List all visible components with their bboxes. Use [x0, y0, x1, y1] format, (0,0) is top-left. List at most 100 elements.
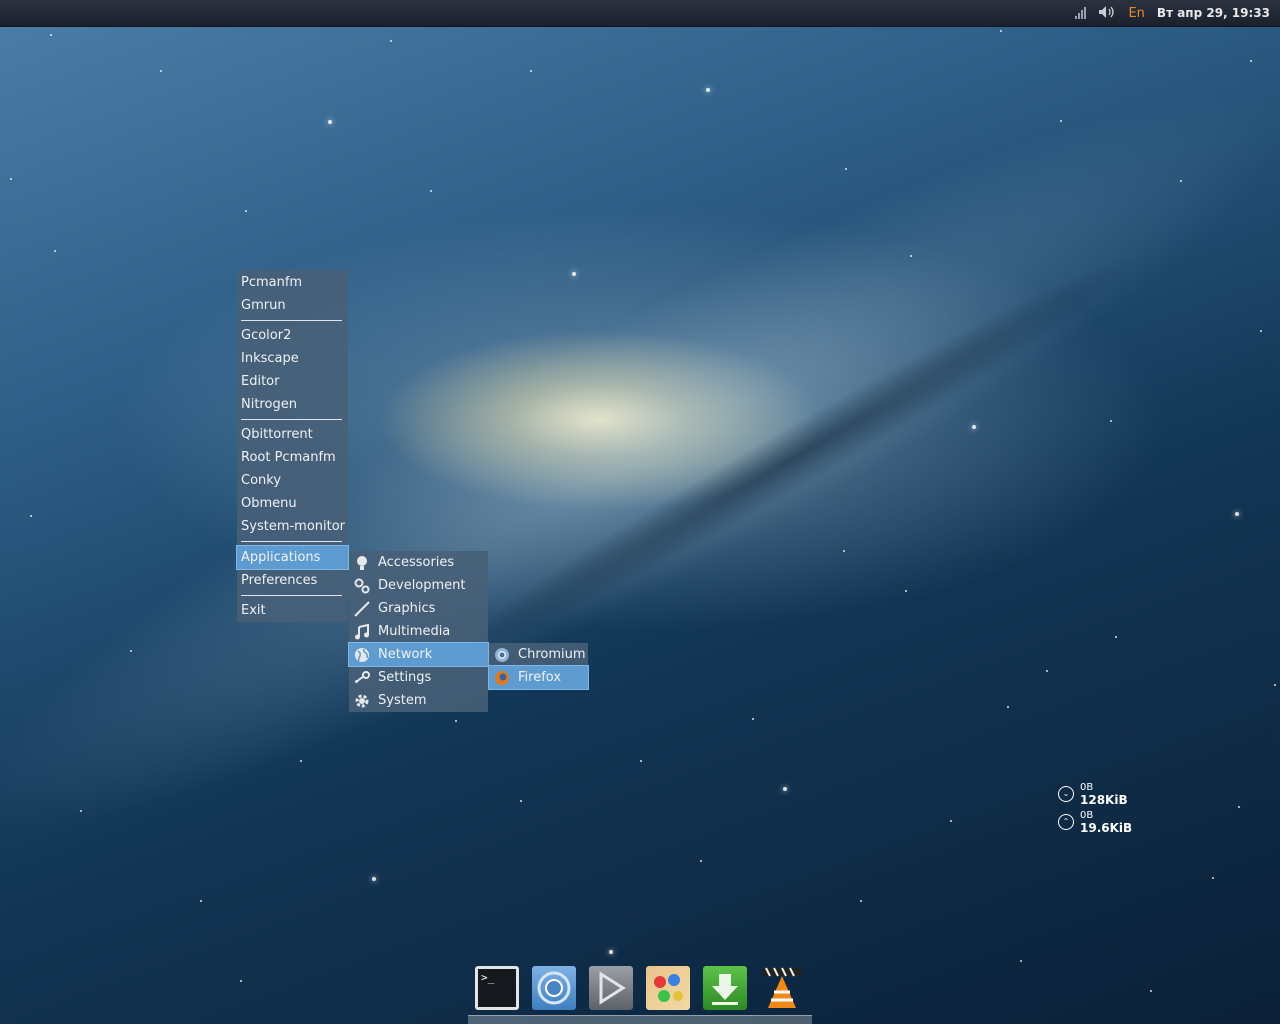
wrench-icon — [354, 670, 370, 686]
gear-icon — [354, 693, 370, 709]
menu-item-graphics[interactable]: Graphics — [349, 597, 488, 620]
star — [455, 720, 457, 722]
star — [1150, 990, 1152, 992]
volume-icon[interactable] — [1098, 5, 1116, 22]
star — [130, 650, 132, 652]
menu-item-gmrun[interactable]: Gmrun — [237, 294, 348, 317]
menu-item-nitrogen[interactable]: Nitrogen — [237, 393, 348, 416]
applications-submenu: Accessories Development Graphics Multime… — [348, 551, 489, 712]
network-signal-icon[interactable] — [1075, 7, 1087, 19]
menu-separator — [241, 320, 342, 321]
download-rate: 0B — [1080, 781, 1094, 793]
menu-item-pcmanfm[interactable]: Pcmanfm — [237, 271, 348, 294]
star — [860, 900, 862, 902]
star — [783, 787, 787, 791]
menu-item-accessories[interactable]: Accessories — [349, 551, 488, 574]
star — [372, 877, 376, 881]
upload-arrow-icon: ⌃ — [1058, 814, 1074, 830]
lightbulb-icon — [354, 555, 370, 571]
menu-item-settings[interactable]: Settings — [349, 666, 488, 689]
upload-rate: 0B — [1080, 809, 1094, 821]
firefox-icon — [494, 670, 510, 686]
gears-icon — [354, 578, 370, 594]
star — [240, 980, 242, 982]
star — [972, 425, 976, 429]
star — [1180, 180, 1182, 182]
menu-separator — [241, 419, 342, 420]
menu-separator — [241, 541, 342, 542]
menu-item-exit[interactable]: Exit — [237, 599, 348, 622]
star — [572, 272, 576, 276]
download-manager-icon[interactable] — [703, 966, 747, 1010]
star — [905, 590, 907, 592]
menu-item-system-monitor[interactable]: System-monitor — [237, 515, 348, 538]
star — [843, 550, 845, 552]
menu-item-label: Network — [378, 647, 433, 662]
menu-item-label: System — [378, 693, 427, 708]
menu-item-multimedia[interactable]: Multimedia — [349, 620, 488, 643]
conky-network-widget: ⌄ 0B 128KiB ⌃ 0B 19.6KiB — [1058, 780, 1132, 836]
root-menu: Pcmanfm Gmrun Gcolor2 Inkscape Editor Ni… — [236, 270, 349, 622]
star — [390, 40, 392, 42]
brush-icon — [354, 601, 370, 617]
vlc-icon[interactable] — [760, 966, 804, 1010]
star — [300, 760, 302, 762]
star — [200, 900, 202, 902]
menu-separator — [241, 595, 342, 596]
terminal-icon[interactable]: >_ — [475, 966, 519, 1010]
menu-item-firefox[interactable]: Firefox — [488, 665, 589, 690]
menu-item-applications[interactable]: Applications — [236, 545, 349, 570]
system-tray: En Вт апр 29, 19:33 — [1075, 0, 1270, 26]
star — [845, 168, 847, 170]
menu-item-qbittorrent[interactable]: Qbittorrent — [237, 423, 348, 446]
star — [1274, 684, 1276, 686]
star — [1046, 670, 1048, 672]
star — [1238, 806, 1240, 808]
menu-item-label: Development — [378, 578, 466, 593]
menu-item-inkscape[interactable]: Inkscape — [237, 347, 348, 370]
menu-item-root-pcmanfm[interactable]: Root Pcmanfm — [237, 446, 348, 469]
dock-shelf — [468, 1015, 812, 1024]
star — [1235, 512, 1239, 516]
menu-item-label: Multimedia — [378, 624, 451, 639]
star — [950, 820, 952, 822]
download-stats: ⌄ 0B 128KiB — [1058, 780, 1132, 808]
menu-item-network[interactable]: Network — [348, 642, 489, 667]
globe-icon — [354, 647, 370, 663]
star — [910, 255, 912, 257]
menu-item-preferences[interactable]: Preferences — [237, 569, 348, 592]
dock: >_ — [468, 962, 812, 1024]
menu-item-conky[interactable]: Conky — [237, 469, 348, 492]
menu-item-chromium[interactable]: Chromium — [489, 643, 588, 666]
star — [520, 800, 522, 802]
menu-item-label: Accessories — [378, 555, 455, 570]
star — [328, 120, 332, 124]
download-total: 128KiB — [1080, 792, 1128, 807]
chromium-icon[interactable] — [532, 966, 576, 1010]
menu-item-obmenu[interactable]: Obmenu — [237, 492, 348, 515]
star — [706, 88, 710, 92]
media-player-icon[interactable] — [589, 966, 633, 1010]
star — [1110, 420, 1112, 422]
menu-item-system[interactable]: System — [349, 689, 488, 712]
menu-item-label: Settings — [378, 670, 432, 685]
menu-item-label: Firefox — [518, 670, 562, 685]
star — [640, 760, 642, 762]
star — [1250, 60, 1252, 62]
star — [50, 34, 52, 36]
chromium-icon — [494, 647, 510, 663]
star — [245, 210, 247, 212]
paint-icon[interactable] — [646, 966, 690, 1010]
clock[interactable]: Вт апр 29, 19:33 — [1157, 6, 1270, 20]
star — [80, 810, 82, 812]
star — [1007, 706, 1009, 708]
keyboard-layout-indicator[interactable]: En — [1128, 6, 1144, 21]
menu-item-label: Graphics — [378, 601, 436, 616]
star — [430, 190, 432, 192]
upload-total: 19.6KiB — [1080, 820, 1133, 835]
star — [1000, 30, 1002, 32]
star — [1115, 636, 1117, 638]
menu-item-development[interactable]: Development — [349, 574, 488, 597]
menu-item-editor[interactable]: Editor — [237, 370, 348, 393]
menu-item-gcolor2[interactable]: Gcolor2 — [237, 324, 348, 347]
